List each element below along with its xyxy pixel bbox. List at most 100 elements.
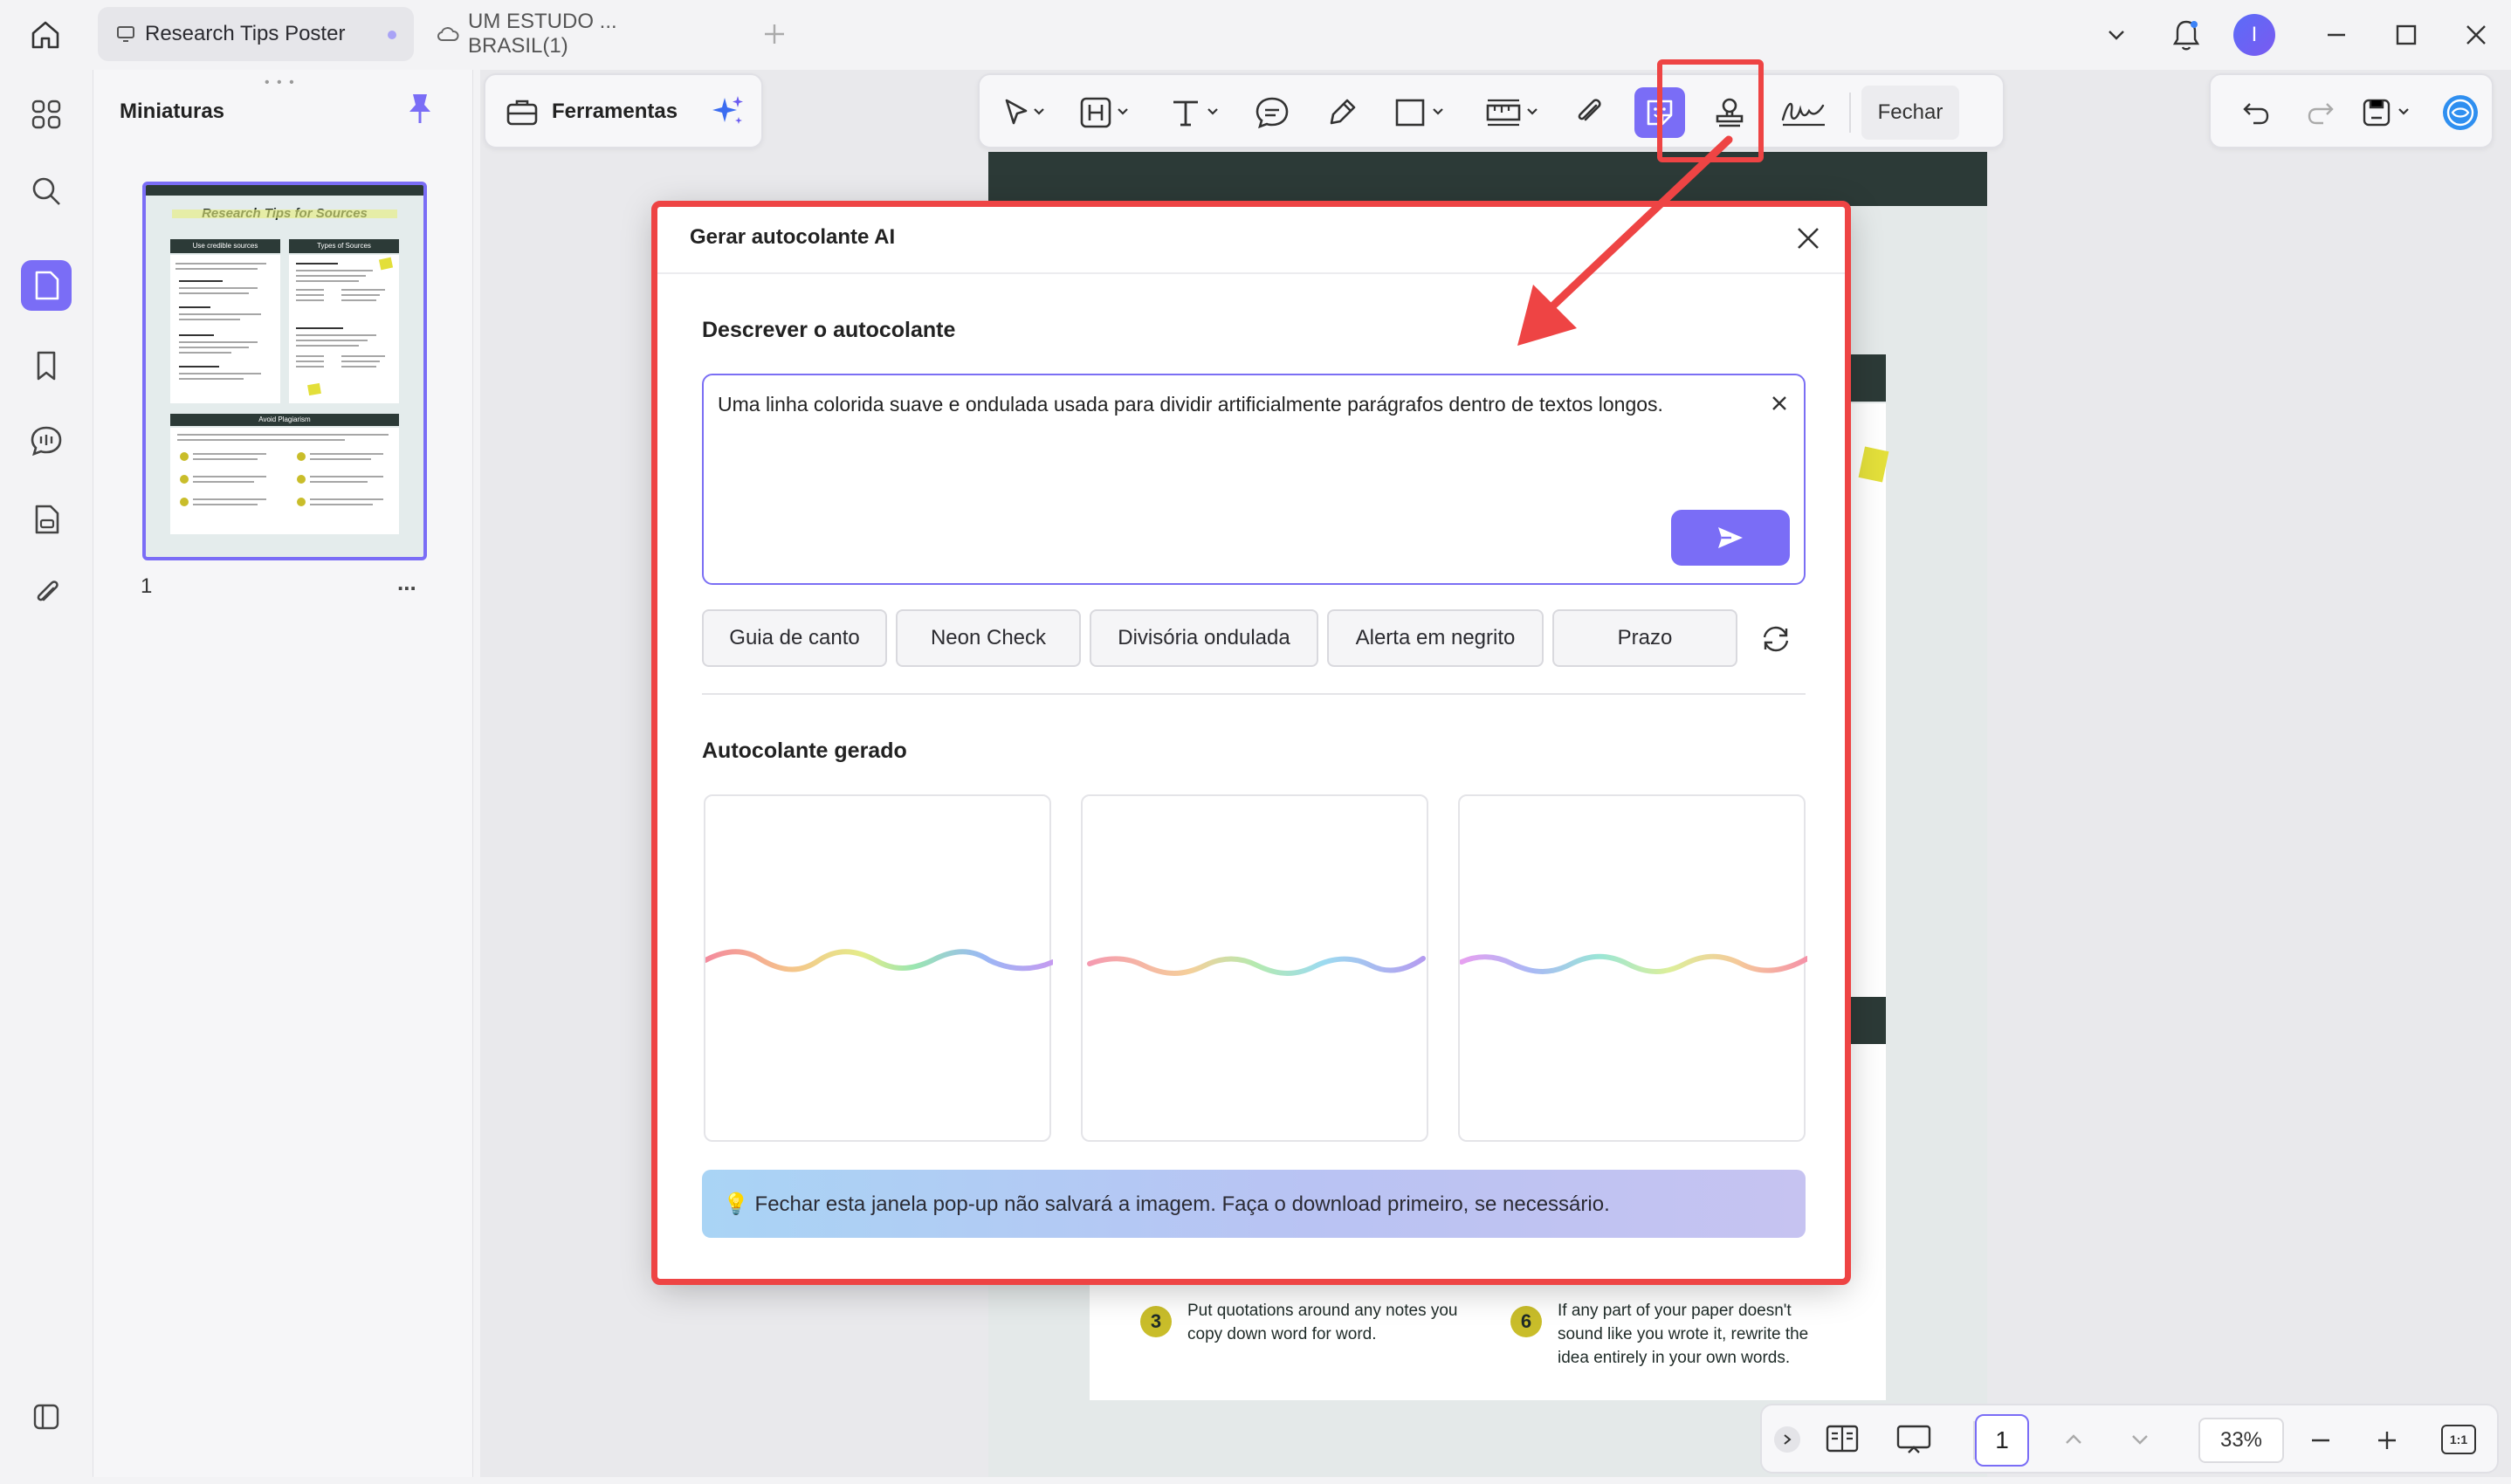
next-page-icon[interactable] <box>2127 1426 2153 1453</box>
bookmark-icon[interactable] <box>21 340 72 391</box>
chip-prazo[interactable]: Prazo <box>1552 609 1737 667</box>
home-icon[interactable] <box>26 16 65 54</box>
item-6-badge: 6 <box>1510 1306 1542 1337</box>
pencil-tool[interactable] <box>1311 75 1372 150</box>
send-icon <box>1718 527 1743 548</box>
search-icon[interactable] <box>21 166 72 216</box>
zoom-level-input[interactable]: 33% <box>2198 1418 2284 1463</box>
chip-guia-de-canto[interactable]: Guia de canto <box>702 609 887 667</box>
right-toolbox <box>2209 73 2494 148</box>
thumbnail-page-number: 1 <box>141 574 153 598</box>
page-number-input[interactable]: 1 <box>1975 1414 2029 1467</box>
select-tool[interactable] <box>994 75 1055 150</box>
clear-input-icon[interactable] <box>1769 393 1790 414</box>
thumb-col2-body <box>289 255 399 403</box>
item-3-line-1: Put quotations around any notes you <box>1187 1302 1458 1320</box>
chip-divisoria-ondulada[interactable]: Divisória ondulada <box>1090 609 1318 667</box>
signature-tool[interactable] <box>1769 75 1839 150</box>
two-page-view-icon[interactable] <box>1825 1423 1860 1454</box>
thumb-col1-body <box>170 255 280 403</box>
item-3-badge: 3 <box>1140 1306 1172 1337</box>
thumbnails-page-icon[interactable] <box>21 260 72 311</box>
actual-size-button[interactable]: 1:1 <box>2441 1425 2476 1454</box>
toolbar-divider <box>1849 93 1851 133</box>
zoom-out-icon[interactable] <box>2307 1426 2335 1454</box>
avatar[interactable]: I <box>2233 14 2275 56</box>
tab-um-estudo[interactable]: UM ESTUDO ... BRASIL(1) <box>419 7 733 61</box>
ai-assistant-icon[interactable] <box>2434 75 2487 150</box>
thumb-title-highlight <box>172 210 397 218</box>
describe-label: Descrever o autocolante <box>702 318 956 342</box>
dialog-title: Gerar autocolante AI <box>690 225 896 249</box>
chip-alerta-em-negrito[interactable]: Alerta em negrito <box>1327 609 1544 667</box>
generated-label: Autocolante gerado <box>702 739 907 763</box>
monitor-icon <box>115 24 136 45</box>
thumbnail-panel-title: Miniaturas <box>120 100 225 123</box>
item-6-text: If any part of your paper doesn't sound … <box>1558 1299 1808 1370</box>
shape-tool[interactable] <box>1383 75 1458 150</box>
wavy-divider-image <box>1460 953 1807 974</box>
toolbox-icon <box>505 94 540 129</box>
title-bar: Research Tips Poster UM ESTUDO ... BRASI… <box>0 0 2511 70</box>
bell-icon[interactable] <box>2164 12 2209 58</box>
thumb-footer-header: Avoid Plagiarism <box>170 414 399 426</box>
comment-icon[interactable] <box>21 416 72 466</box>
undo-icon[interactable] <box>2228 75 2286 150</box>
refresh-icon[interactable] <box>1758 622 1793 656</box>
text-tool[interactable] <box>1159 75 1231 150</box>
minimize-icon[interactable] <box>2314 12 2359 58</box>
item-6-line-2: sound like you wrote it, rewrite the <box>1558 1325 1809 1343</box>
ai-sparkle-icon[interactable] <box>709 93 747 131</box>
annotation-arrow-icon <box>1517 135 1733 346</box>
item-6-line-1: If any part of your paper doesn't <box>1558 1302 1792 1320</box>
tab-research-tips-poster[interactable]: Research Tips Poster <box>98 7 414 61</box>
chevron-down-icon[interactable] <box>2094 12 2139 58</box>
expand-chevron-icon[interactable] <box>1774 1426 1800 1453</box>
item-6-line-3: idea entirely in your own words. <box>1558 1349 1791 1367</box>
unsaved-dot <box>388 31 396 39</box>
new-tab-plus-icon[interactable] <box>760 19 789 49</box>
comment-bubble-tool[interactable] <box>1243 75 1301 150</box>
generate-sticker-dialog: Gerar autocolante AI Descrever o autocol… <box>657 204 1847 1281</box>
wavy-divider-image <box>705 949 1053 972</box>
wavy-divider-image <box>1087 956 1426 976</box>
generated-sticker-3[interactable] <box>1458 794 1807 1142</box>
thumbnail-panel: • • • Miniaturas Research Tips for Sourc… <box>93 70 473 1477</box>
resize-grip-icon[interactable]: • • • <box>265 75 296 91</box>
panel-toggle-icon[interactable] <box>21 1391 72 1442</box>
tools-label[interactable]: Ferramentas <box>552 100 678 124</box>
generated-sticker-2[interactable] <box>1081 794 1428 1142</box>
page-thumbnail[interactable]: Research Tips for Sources Use credible s… <box>142 182 427 560</box>
zoom-in-icon[interactable] <box>2373 1426 2401 1454</box>
highlight-tool[interactable] <box>1070 75 1140 150</box>
send-button[interactable] <box>1671 510 1790 566</box>
chip-neon-check[interactable]: Neon Check <box>896 609 1081 667</box>
generated-sticker-1[interactable] <box>704 794 1053 1142</box>
previous-page-icon[interactable] <box>2060 1426 2087 1453</box>
item-3-line-2: copy down word for word. <box>1187 1325 1377 1343</box>
thumbnail-more-icon[interactable]: ... <box>397 569 416 596</box>
pin-icon[interactable] <box>404 91 436 126</box>
form-field-icon[interactable] <box>21 494 72 545</box>
description-input[interactable]: Uma linha colorida suave e ondulada usad… <box>702 374 1806 585</box>
section-divider <box>702 693 1806 695</box>
attachment-icon[interactable] <box>21 567 72 618</box>
bottom-navigation-bar: 1 33% 1:1 <box>1760 1404 2499 1474</box>
close-toolbar-button[interactable]: Fechar <box>1861 86 1959 140</box>
redo-icon[interactable] <box>2291 75 2349 150</box>
item-3-text: Put quotations around any notes you copy… <box>1187 1299 1458 1346</box>
left-rail <box>0 70 93 1484</box>
save-icon[interactable] <box>2350 75 2429 150</box>
tab-label: UM ESTUDO ... BRASIL(1) <box>468 10 617 58</box>
thumb-col1-header: Use credible sources <box>170 239 280 253</box>
thumb-col2-header: Types of Sources <box>289 239 399 253</box>
close-window-icon[interactable] <box>2453 12 2499 58</box>
tab-label: Research Tips Poster <box>145 22 346 45</box>
cloud-icon <box>437 24 459 44</box>
close-dialog-icon[interactable] <box>1793 223 1823 253</box>
tools-toolbox: Ferramentas <box>484 73 763 148</box>
maximize-icon[interactable] <box>2384 12 2429 58</box>
presentation-icon[interactable] <box>1895 1423 1933 1456</box>
apps-grid-icon[interactable] <box>21 89 72 140</box>
description-text[interactable]: Uma linha colorida suave e ondulada usad… <box>718 393 1730 416</box>
